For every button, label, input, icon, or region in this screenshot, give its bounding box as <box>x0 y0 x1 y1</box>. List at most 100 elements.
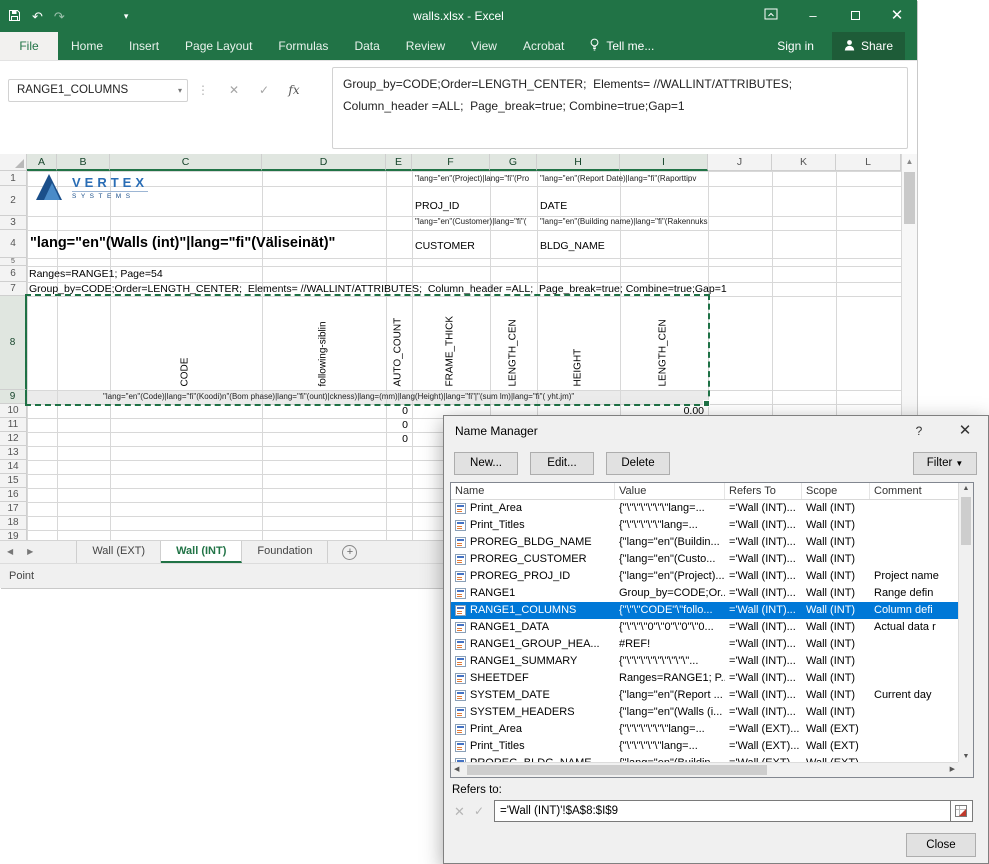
table-vertical-scrollbar[interactable]: ▲ ▼ <box>958 483 973 762</box>
chevron-down-icon[interactable]: ▾ <box>178 80 182 101</box>
cell-F2[interactable]: PROJ_ID <box>415 200 495 212</box>
formula-bar-handle[interactable]: ⋮ <box>197 83 209 97</box>
cell-F3[interactable]: "lang="en"(Customer)|lang="fi"( <box>415 217 539 226</box>
name-row[interactable]: SHEETDEFRanges=RANGE1; P...='Wall (INT).… <box>451 670 958 687</box>
ribbon-display-options-icon[interactable] <box>757 0 785 32</box>
enter-icon[interactable]: ✓ <box>252 79 276 102</box>
row-header-2[interactable]: 2 <box>0 186 27 216</box>
minimize-icon[interactable]: – <box>799 0 827 32</box>
column-header-f[interactable]: F <box>412 154 490 171</box>
sheet-nav-left-icon[interactable]: ◀ <box>0 541 20 563</box>
column-header-d[interactable]: D <box>262 154 386 171</box>
scroll-right-icon[interactable]: ▶ <box>950 763 955 777</box>
cell-H3[interactable]: "lang="en"(Building name)|lang="fi"(Rake… <box>540 217 708 226</box>
sign-in[interactable]: Sign in <box>777 32 814 60</box>
row-header-6[interactable]: 6 <box>0 266 27 282</box>
sheet-tab-wall-ext[interactable]: Wall (EXT) <box>76 541 161 563</box>
cell-H1[interactable]: "lang="en"(Report Date)|lang="fi"(Raport… <box>540 174 708 183</box>
table-column-header-scope[interactable]: Scope <box>802 483 870 499</box>
name-row[interactable]: PROREG_PROJ_ID{"lang="en"(Project)...='W… <box>451 568 958 585</box>
ribbon-tab-page-layout[interactable]: Page Layout <box>172 32 265 60</box>
ribbon-tab-view[interactable]: View <box>458 32 510 60</box>
name-row[interactable]: PROREG_BLDG_NAME{"lang="en"(Buildin...='… <box>451 534 958 551</box>
sheet-nav-right-icon[interactable]: ▶ <box>20 541 40 563</box>
formula-input[interactable]: Group_by=CODE;Order=LENGTH_CENTER; Eleme… <box>332 67 908 149</box>
share-button[interactable]: Share <box>832 32 905 60</box>
delete-button[interactable]: Delete <box>606 452 670 475</box>
scroll-down-icon[interactable]: ▼ <box>959 753 973 760</box>
cell-A4[interactable]: "lang="en"(Walls (int)"|lang="fi"(Välise… <box>30 235 400 251</box>
column-header-g[interactable]: G <box>490 154 537 171</box>
name-row[interactable]: Print_Area{"\"\"\"\"\"\"lang=...='Wall (… <box>451 721 958 738</box>
column-header-i[interactable]: I <box>620 154 708 171</box>
column-header-j[interactable]: J <box>708 154 772 171</box>
dialog-close-icon[interactable]: ✕ <box>943 417 987 445</box>
name-row[interactable]: RANGE1_DATA{"\"\"\"0"\"0"\"0"\"0...='Wal… <box>451 619 958 636</box>
ribbon-tab-formulas[interactable]: Formulas <box>265 32 341 60</box>
ribbon-tab-insert[interactable]: Insert <box>116 32 172 60</box>
row-header-3[interactable]: 3 <box>0 216 27 230</box>
cell-E10[interactable]: 0 <box>386 405 408 417</box>
ribbon-tab-data[interactable]: Data <box>341 32 392 60</box>
edit-button[interactable]: Edit... <box>530 452 594 475</box>
cell-A6[interactable]: Ranges=RANGE1; Page=54 <box>29 268 279 280</box>
scroll-left-icon[interactable]: ◀ <box>454 763 459 777</box>
column-header-k[interactable]: K <box>772 154 836 171</box>
tab-file[interactable]: File <box>0 32 58 60</box>
sheet-tab-foundation[interactable]: Foundation <box>242 541 328 563</box>
table-column-header-value[interactable]: Value <box>615 483 725 499</box>
cell-H4[interactable]: BLDG_NAME <box>540 240 640 252</box>
column-header-c[interactable]: C <box>110 154 262 171</box>
column-header-a[interactable]: A <box>27 154 57 171</box>
select-all-corner[interactable] <box>0 154 27 171</box>
ribbon-tab-home[interactable]: Home <box>58 32 116 60</box>
name-row[interactable]: RANGE1Group_by=CODE;Or...='Wall (INT)...… <box>451 585 958 602</box>
cell-F4[interactable]: CUSTOMER <box>415 240 505 252</box>
name-row[interactable]: Print_Titles{"\"\"\"\"\"lang=...='Wall (… <box>451 738 958 755</box>
name-row[interactable]: PROREG_CUSTOMER{"lang="en"(Custo...='Wal… <box>451 551 958 568</box>
undo-icon[interactable]: ↶ <box>32 10 43 23</box>
row-header-17[interactable]: 17 <box>0 502 27 516</box>
row-header-1[interactable]: 1 <box>0 171 27 186</box>
cell-H2[interactable]: DATE <box>540 200 620 212</box>
name-box[interactable]: RANGE1_COLUMNS ▾ <box>8 79 188 102</box>
table-column-header-refers-to[interactable]: Refers To <box>725 483 802 499</box>
name-row[interactable]: SYSTEM_HEADERS{"lang="en"(Walls (i...='W… <box>451 704 958 721</box>
cell-E12[interactable]: 0 <box>386 433 408 445</box>
name-row[interactable]: PROREG_BLDG_NAME{"lang="en"(Buildin...='… <box>451 755 958 762</box>
ribbon-tab-review[interactable]: Review <box>393 32 458 60</box>
name-row[interactable]: Print_Area{"\"\"\"\"\"\"lang=...='Wall (… <box>451 500 958 517</box>
scrollbar-thumb[interactable] <box>961 497 971 545</box>
row-header-12[interactable]: 12 <box>0 432 27 446</box>
row-header-9[interactable]: 9 <box>0 390 27 404</box>
scrollbar-thumb[interactable] <box>467 765 767 775</box>
redo-icon[interactable]: ↷ <box>54 10 65 23</box>
collapse-dialog-button[interactable] <box>951 800 973 822</box>
row-header-19[interactable]: 19 <box>0 530 27 540</box>
new-button[interactable]: New... <box>454 452 518 475</box>
column-header-e[interactable]: E <box>386 154 412 171</box>
row-header-18[interactable]: 18 <box>0 516 27 530</box>
scrollbar-thumb[interactable] <box>904 172 915 224</box>
tell-me[interactable]: Tell me... <box>589 32 654 60</box>
scroll-up-icon[interactable]: ▲ <box>902 157 917 166</box>
help-icon[interactable]: ? <box>899 417 939 445</box>
row-header-16[interactable]: 16 <box>0 488 27 502</box>
table-horizontal-scrollbar[interactable]: ◀ ▶ <box>451 762 958 777</box>
close-button[interactable]: Close <box>906 833 976 857</box>
maximize-icon[interactable] <box>841 0 869 32</box>
cancel-icon[interactable]: ✕ <box>222 79 246 102</box>
row-header-10[interactable]: 10 <box>0 404 27 418</box>
scroll-up-icon[interactable]: ▲ <box>959 485 973 492</box>
row-header-13[interactable]: 13 <box>0 446 27 460</box>
name-row[interactable]: SYSTEM_DATE{"lang="en"(Report ...='Wall … <box>451 687 958 704</box>
insert-function-icon[interactable]: fx <box>282 79 306 102</box>
name-row[interactable]: RANGE1_GROUP_HEA...#REF!='Wall (INT)...W… <box>451 636 958 653</box>
table-column-header-name[interactable]: Name <box>451 483 615 499</box>
save-icon[interactable] <box>8 9 21 24</box>
filter-button[interactable]: Filter▼ <box>913 452 977 475</box>
row-header-8[interactable]: 8 <box>0 296 27 390</box>
cell-E11[interactable]: 0 <box>386 419 408 431</box>
column-header-h[interactable]: H <box>537 154 620 171</box>
row-header-14[interactable]: 14 <box>0 460 27 474</box>
